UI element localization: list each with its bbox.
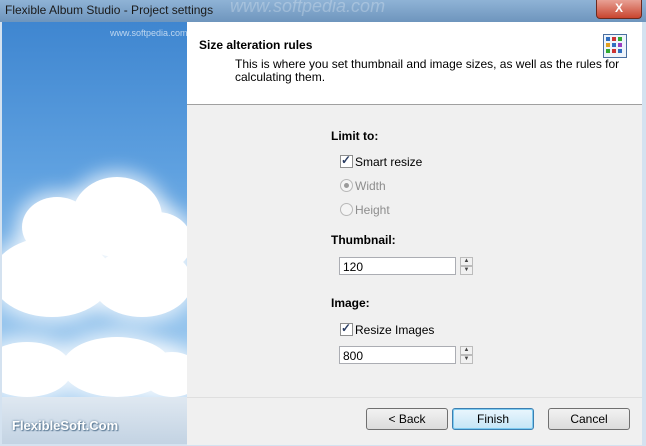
back-button[interactable]: < Back [366,408,448,430]
brand-label: FlexibleSoft.Com [12,418,119,433]
button-bar: < Back Finish Cancel [187,397,642,445]
window-title: Flexible Album Studio - Project settings [5,3,214,17]
width-label: Width [355,179,386,193]
settings-panel: Limit to: Smart resize Width Height Thum… [187,105,642,397]
spin-up-icon[interactable]: ▲ [460,346,473,355]
width-radio[interactable] [340,179,353,192]
resize-images-label: Resize Images [355,323,435,337]
sidebar-image: www.softpedia.com [2,22,187,397]
resize-images-checkbox[interactable] [340,321,353,336]
finish-button[interactable]: Finish [452,408,534,430]
smart-resize-checkbox[interactable] [340,153,353,168]
limit-to-label: Limit to: [331,129,379,143]
height-radio[interactable] [340,203,353,216]
sidebar-watermark: www.softpedia.com [110,28,187,38]
smart-resize-label: Smart resize [355,155,423,169]
spin-down-icon[interactable]: ▼ [460,266,473,275]
close-button[interactable]: X [596,0,642,19]
page-header: Size alteration rules This is where you … [187,22,642,105]
page-title: Size alteration rules [199,38,313,52]
cancel-button[interactable]: Cancel [548,408,630,430]
thumbnail-label: Thumbnail: [331,233,396,247]
title-bar: Flexible Album Studio - Project settings… [0,0,646,22]
image-size-input[interactable]: 800 [339,346,456,364]
thumbnail-spinner[interactable]: ▲ ▼ [460,257,473,276]
height-label: Height [355,203,390,217]
image-label: Image: [331,296,370,310]
spin-up-icon[interactable]: ▲ [460,257,473,266]
spin-down-icon[interactable]: ▼ [460,355,473,364]
cloud-shape [92,247,187,317]
album-grid-icon [603,34,627,58]
page-description: This is where you set thumbnail and imag… [235,57,620,84]
image-spinner[interactable]: ▲ ▼ [460,346,473,365]
thumbnail-size-input[interactable]: 120 [339,257,456,275]
watermark: www.softpedia.com [230,0,386,16]
